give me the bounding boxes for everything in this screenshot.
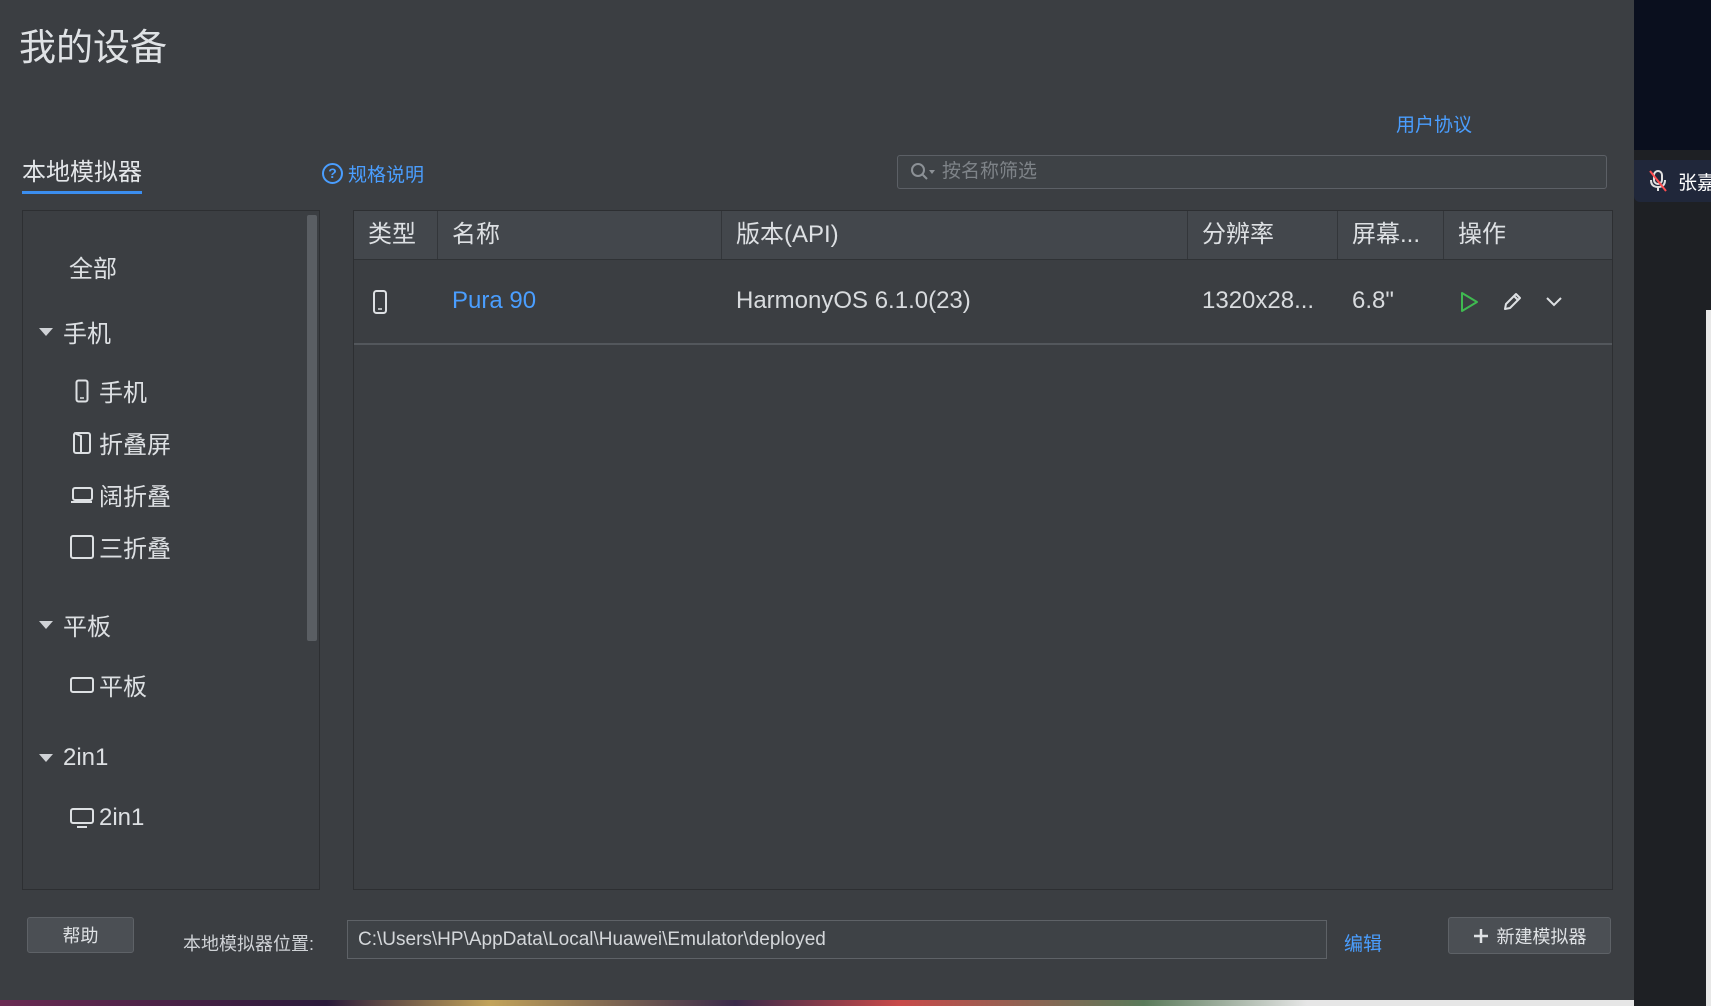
phone-icon [69, 378, 95, 404]
chevron-down-icon [39, 754, 53, 762]
chevron-down-icon [39, 327, 53, 336]
sidebar-item-2in1[interactable]: 2in1 [69, 804, 144, 832]
column-header-screen[interactable]: 屏幕... [1338, 211, 1444, 259]
page-title: 我的设备 [19, 27, 167, 68]
edit-pencil-icon[interactable] [1497, 287, 1527, 317]
taskbar-strip [0, 1000, 1634, 1006]
background-window-strip [1634, 0, 1711, 1006]
sidebar-item-phone[interactable]: 手机 [69, 373, 147, 408]
background-window-edge [1706, 310, 1711, 1006]
sidebar-item-label: 全部 [69, 256, 117, 283]
participant-name: 张嘉 [1678, 172, 1711, 194]
mic-muted-icon [1648, 169, 1668, 193]
sidebar-item-label: 阔折叠 [99, 484, 171, 511]
table-row[interactable]: Pura 90 HarmonyOS 6.1.0(23) 1320x28... 6… [354, 259, 1612, 345]
spec-description-label: 规格说明 [348, 165, 425, 186]
device-actions [1444, 259, 1612, 343]
column-header-actions[interactable]: 操作 [1444, 211, 1612, 259]
spec-description-link[interactable]: ? 规格说明 [322, 160, 424, 187]
column-header-version[interactable]: 版本(API) [722, 211, 1188, 259]
sidebar-item-all[interactable]: 全部 [69, 249, 117, 284]
tri-fold-icon [69, 534, 95, 560]
sidebar-item-label: 三折叠 [99, 536, 171, 563]
chevron-down-icon[interactable] [1539, 287, 1569, 317]
device-name-link[interactable]: Pura 90 [438, 259, 722, 343]
device-type-cell [354, 259, 438, 343]
device-resolution: 1320x28... [1202, 287, 1315, 314]
new-emulator-label: 新建模拟器 [1496, 926, 1587, 947]
tab-local-emulator[interactable]: 本地模拟器 [22, 157, 142, 194]
phone-icon [372, 289, 388, 315]
play-icon[interactable] [1454, 287, 1484, 317]
device-category-sidebar: 全部 手机 手机 折叠屏 阔折叠 三折叠 平板 平板 2in1 2in1 [22, 210, 320, 890]
help-button[interactable]: 帮助 [27, 917, 134, 953]
column-header-resolution[interactable]: 分辨率 [1188, 211, 1338, 259]
foldable-icon [69, 430, 95, 456]
sidebar-item-label: 手机 [99, 380, 147, 407]
column-header-name[interactable]: 名称 [438, 211, 722, 259]
column-header-type[interactable]: 类型 [354, 211, 438, 259]
background-window-dark [1634, 0, 1711, 150]
search-input[interactable] [940, 160, 1606, 184]
new-emulator-button[interactable]: 新建模拟器 [1448, 917, 1611, 954]
sidebar-group-label: 2in1 [63, 744, 109, 771]
sidebar-group-2in1[interactable]: 2in1 [39, 744, 108, 772]
tablet-icon [69, 672, 95, 698]
meeting-participant-badge[interactable]: 张嘉 [1634, 160, 1711, 202]
sidebar-item-label: 平板 [99, 674, 147, 701]
edit-location-link[interactable]: 编辑 [1344, 929, 1382, 956]
emulator-location-field[interactable]: C:\Users\HP\AppData\Local\Huawei\Emulato… [347, 920, 1327, 959]
help-circle-icon: ? [322, 163, 343, 184]
sidebar-item-tri-fold[interactable]: 三折叠 [69, 529, 171, 564]
user-agreement-link[interactable]: 用户协议 [1396, 110, 1472, 137]
wide-fold-icon [69, 482, 95, 508]
plus-icon [1473, 928, 1489, 944]
sidebar-item-label: 折叠屏 [99, 432, 171, 459]
monitor-icon [69, 805, 95, 831]
sidebar-group-label: 平板 [63, 614, 111, 641]
sidebar-group-phone[interactable]: 手机 [39, 314, 111, 349]
sidebar-item-foldable[interactable]: 折叠屏 [69, 425, 171, 460]
search-box[interactable] [897, 155, 1607, 189]
sidebar-item-tablet[interactable]: 平板 [69, 667, 147, 702]
sidebar-item-wide-fold[interactable]: 阔折叠 [69, 477, 171, 512]
emulator-location-label: 本地模拟器位置: [183, 934, 315, 954]
chevron-down-icon [39, 620, 53, 629]
device-table: 类型 名称 版本(API) 分辨率 屏幕... 操作 Pura 90 Harmo… [353, 210, 1613, 890]
sidebar-scrollbar[interactable] [307, 215, 317, 641]
table-header: 类型 名称 版本(API) 分辨率 屏幕... 操作 [354, 211, 1612, 260]
device-screen-size: 6.8" [1352, 287, 1394, 314]
sidebar-group-tablet[interactable]: 平板 [39, 607, 111, 642]
device-version: HarmonyOS 6.1.0(23) [736, 287, 971, 314]
sidebar-group-label: 手机 [63, 321, 111, 348]
search-icon [906, 162, 940, 182]
sidebar-item-label: 2in1 [99, 804, 145, 831]
